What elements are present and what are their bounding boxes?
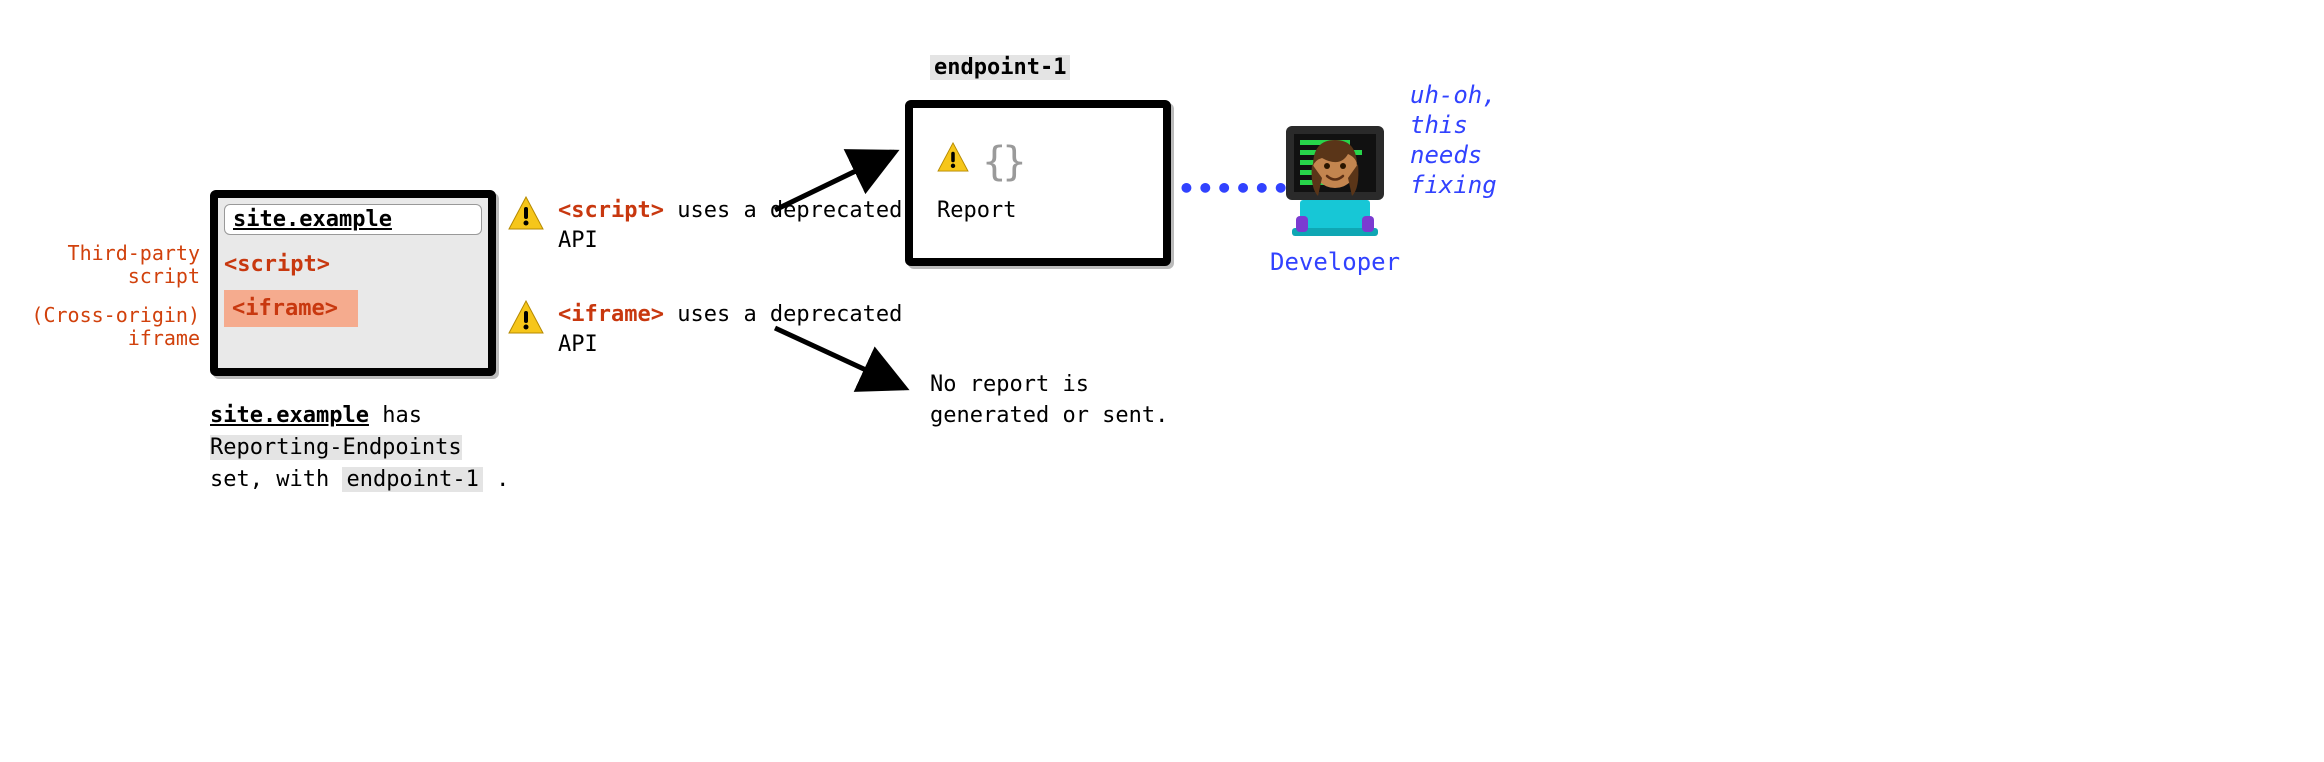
warning-icon bbox=[937, 142, 969, 182]
text: has bbox=[369, 403, 422, 428]
endpoint-title: endpoint-1 bbox=[930, 55, 1070, 80]
warning-icon bbox=[508, 196, 544, 230]
url-bar: site.example bbox=[224, 204, 482, 235]
text: No report is bbox=[930, 372, 1089, 397]
text: this bbox=[1410, 111, 1468, 139]
browser-caption: site.example has Reporting-Endpoints set… bbox=[210, 400, 530, 496]
caption-header: Reporting-Endpoints bbox=[210, 435, 462, 460]
tag: <iframe> bbox=[558, 302, 664, 327]
script-tag: <script> bbox=[224, 252, 330, 277]
brace-icon: {} bbox=[982, 139, 1022, 185]
label-third-party-script: Third-party script bbox=[50, 242, 200, 288]
text: fixing bbox=[1410, 171, 1497, 199]
iframe-tag: <iframe> bbox=[224, 290, 358, 327]
text: Third-party bbox=[68, 241, 200, 265]
text: iframe bbox=[128, 326, 200, 350]
text: generated or sent. bbox=[930, 403, 1168, 428]
text: endpoint-1 bbox=[930, 55, 1070, 80]
arrow-to-no-report bbox=[770, 320, 920, 402]
caption-endpoint: endpoint-1 bbox=[342, 467, 482, 492]
caption-site: site.example bbox=[210, 403, 369, 428]
endpoint-content: {} Report bbox=[937, 134, 1022, 227]
developer-label: Developer bbox=[1270, 248, 1400, 276]
arrow-to-endpoint bbox=[770, 140, 910, 220]
tag: <script> bbox=[558, 198, 664, 223]
text: script bbox=[128, 264, 200, 288]
report-label: Report bbox=[937, 196, 1022, 227]
warning-icon bbox=[508, 300, 544, 334]
diagram-canvas: Third-party script (Cross-origin) iframe… bbox=[0, 0, 2324, 762]
text: needs bbox=[1410, 141, 1482, 169]
text: set, with bbox=[210, 467, 342, 492]
text: . bbox=[483, 467, 510, 492]
label-cross-origin-iframe: (Cross-origin) iframe bbox=[30, 304, 200, 350]
browser-window: site.example <script> <iframe> bbox=[210, 190, 496, 376]
no-report-text: No report is generated or sent. bbox=[930, 370, 1230, 432]
endpoint-window: {} Report bbox=[905, 100, 1171, 266]
developer-speech: uh-oh, this needs fixing bbox=[1410, 80, 1497, 200]
developer: Developer bbox=[1270, 108, 1400, 276]
text: (Cross-origin) bbox=[31, 303, 200, 327]
developer-icon bbox=[1270, 108, 1400, 238]
text: uh-oh, bbox=[1410, 81, 1497, 109]
